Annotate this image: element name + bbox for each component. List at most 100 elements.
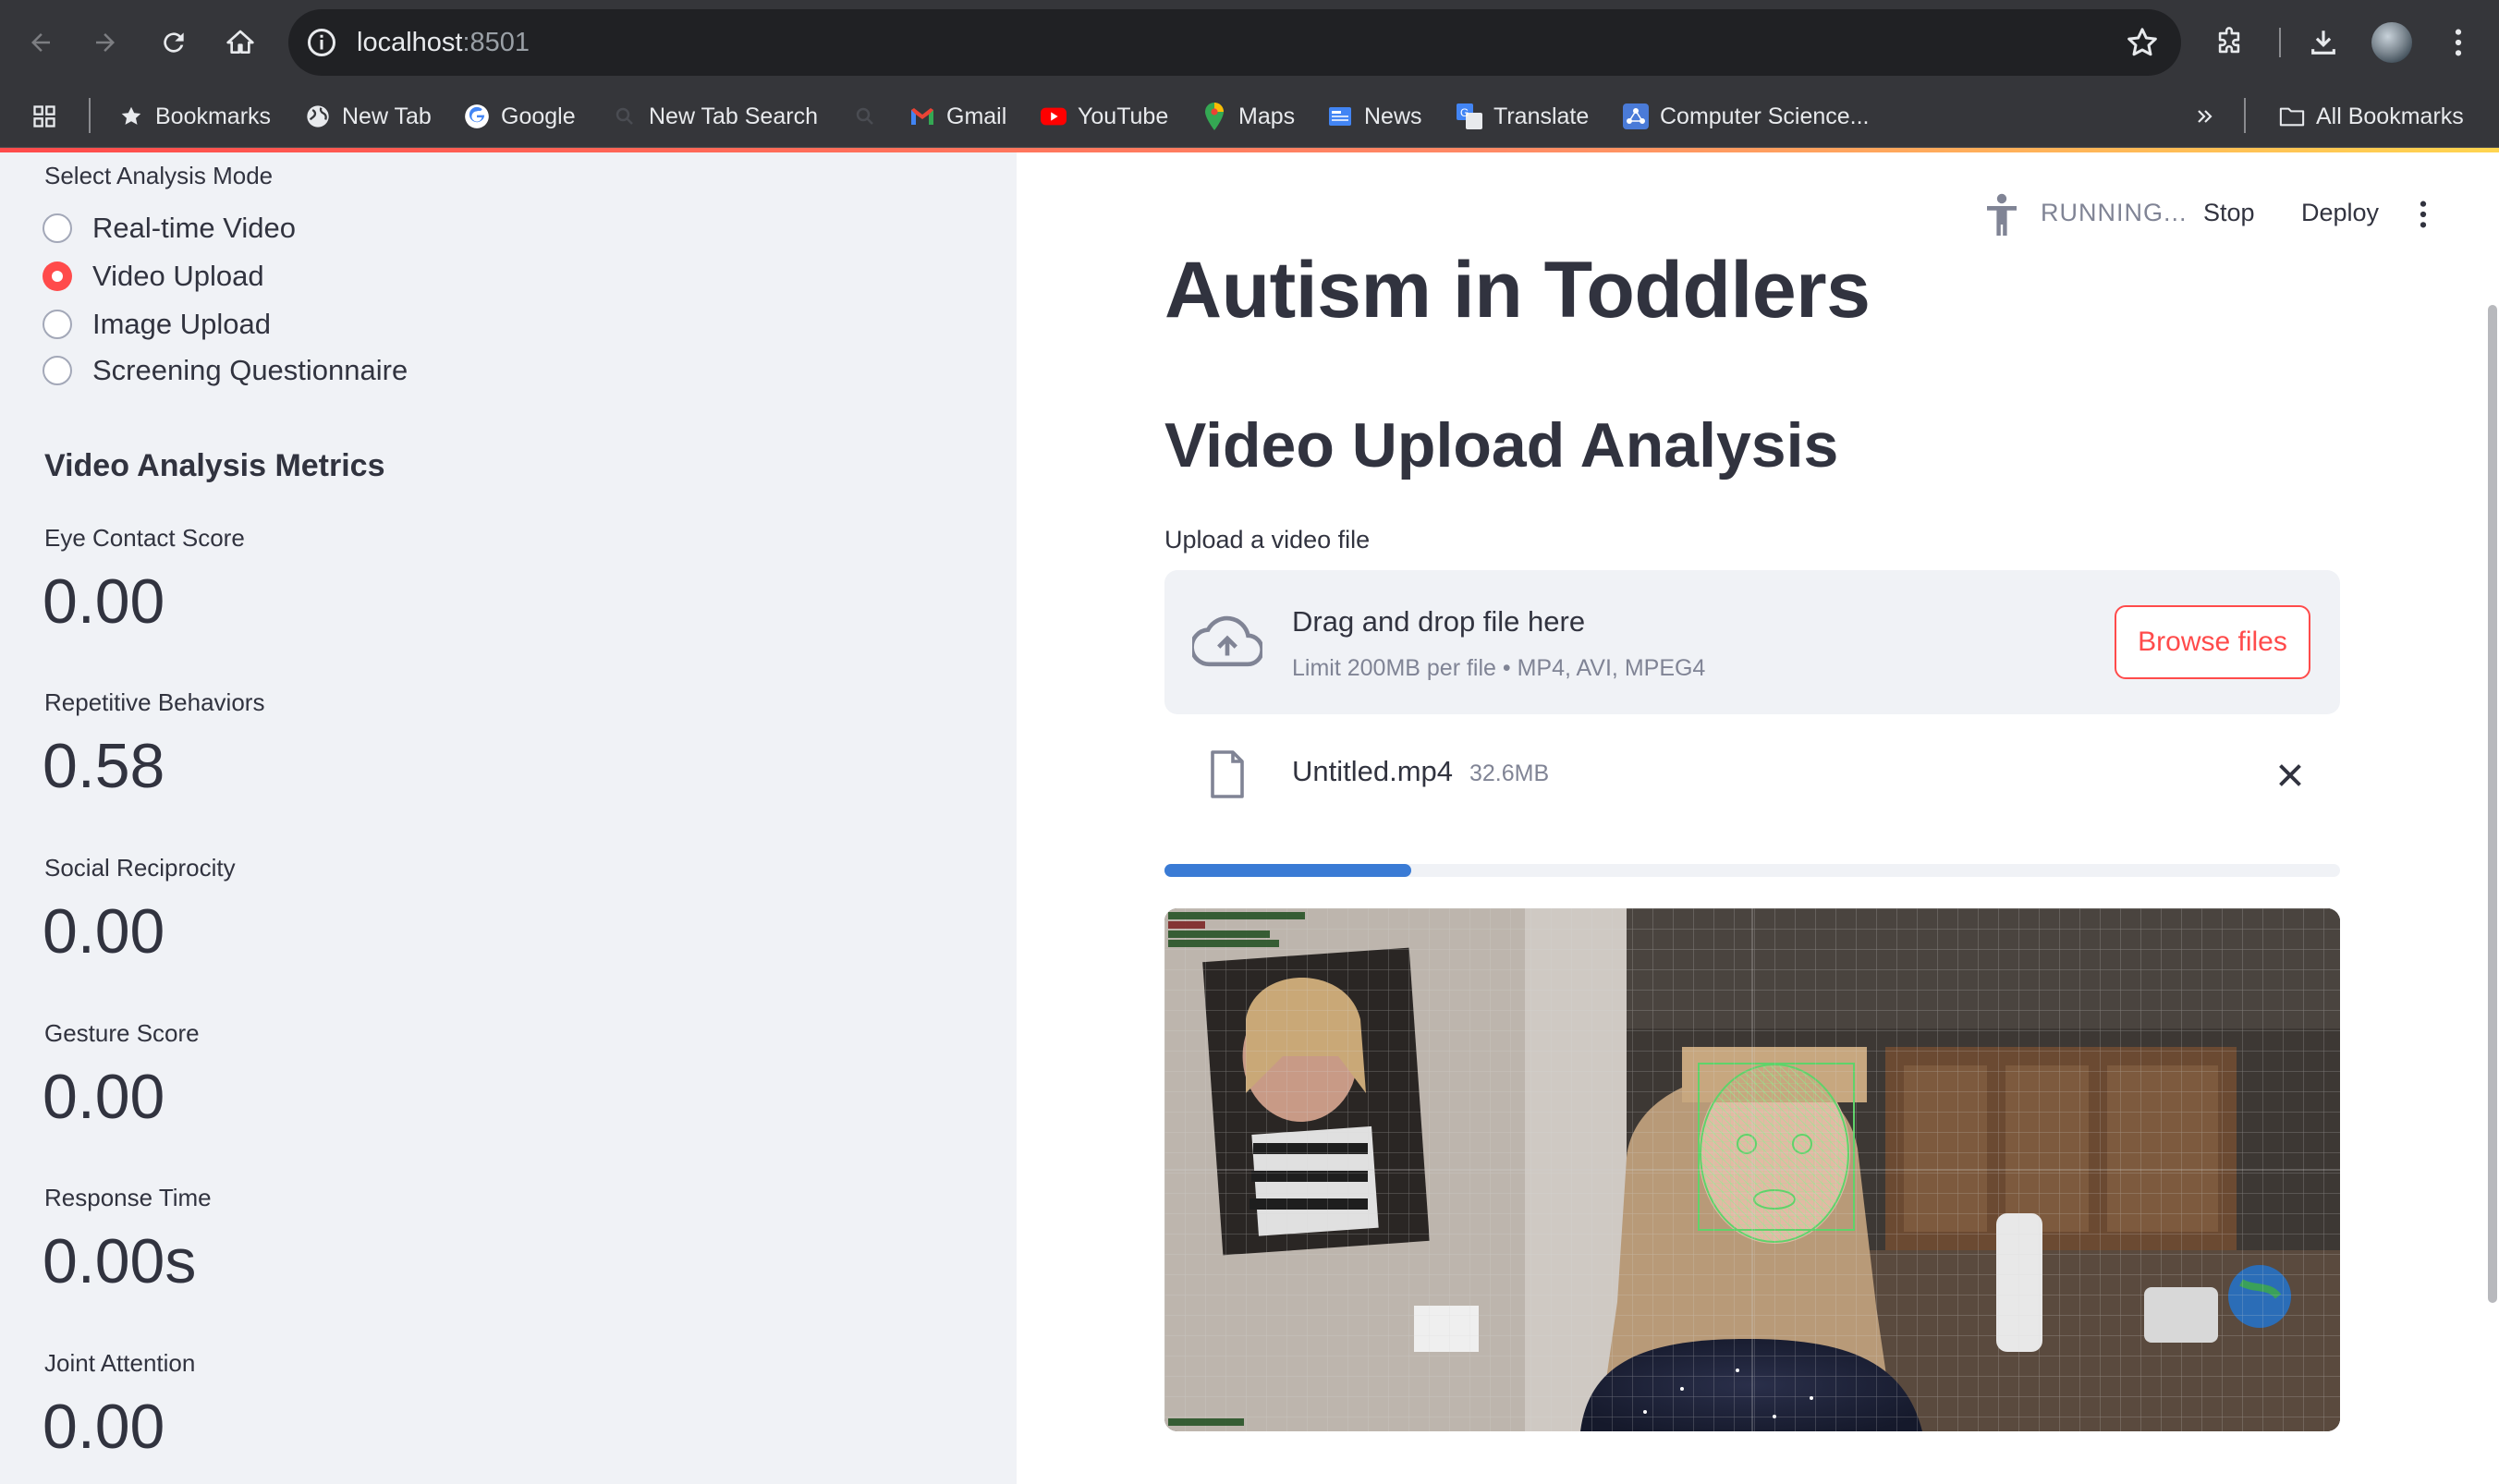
reload-button[interactable] bbox=[150, 18, 198, 67]
app-menu-icon[interactable] bbox=[2418, 199, 2429, 230]
analysis-mode-label: Select Analysis Mode bbox=[44, 162, 274, 189]
forward-button[interactable] bbox=[81, 18, 129, 67]
radio-label: Screening Questionnaire bbox=[92, 354, 408, 386]
extensions-button[interactable] bbox=[2205, 18, 2253, 67]
apps-button[interactable] bbox=[31, 98, 57, 135]
back-button[interactable] bbox=[17, 18, 65, 67]
address-bar[interactable]: localhost:8501 bbox=[288, 9, 2181, 76]
radio-label: Image Upload bbox=[92, 308, 272, 340]
arrow-right-icon bbox=[96, 33, 115, 52]
page-title: Autism in Toddlers bbox=[1164, 246, 1871, 335]
bookmark-label: News bbox=[1364, 103, 1422, 129]
progress-fill bbox=[1164, 864, 1412, 877]
section-title: Video Upload Analysis bbox=[1164, 410, 1839, 480]
bookmark-item-new-tab[interactable]: New Tab bbox=[305, 98, 432, 135]
chevron-double-right-icon bbox=[2192, 103, 2218, 129]
bookmark-label: YouTube bbox=[1078, 103, 1169, 129]
radio-circle[interactable] bbox=[43, 356, 72, 385]
bookmark-item-new-tab-search[interactable]: New Tab Search bbox=[612, 98, 818, 135]
bookmark-item-maps[interactable]: Maps bbox=[1201, 98, 1295, 135]
bookmark-label: Translate bbox=[1493, 103, 1590, 129]
home-icon bbox=[226, 30, 254, 54]
browser-menu-button[interactable] bbox=[2434, 18, 2482, 67]
downloads-button[interactable] bbox=[2299, 18, 2347, 67]
deploy-button[interactable]: Deploy bbox=[2301, 199, 2379, 227]
svg-text:G: G bbox=[1460, 106, 1469, 119]
radio-real-time-video[interactable]: Real-time Video bbox=[43, 208, 296, 249]
metric-value-response-time: 0.00s bbox=[43, 1226, 197, 1296]
maps-pin-icon bbox=[1201, 103, 1227, 130]
bookmarks-bar: Bookmarks New Tab Google New Tab Search … bbox=[0, 85, 2499, 148]
bookmark-item-bookmarks[interactable]: Bookmarks bbox=[118, 98, 271, 135]
gmail-icon bbox=[909, 103, 935, 129]
radio-image-upload[interactable]: Image Upload bbox=[43, 304, 271, 345]
search-icon bbox=[852, 103, 878, 129]
url-text: localhost:8501 bbox=[357, 26, 530, 59]
apps-grid-icon bbox=[31, 103, 57, 129]
running-person-icon bbox=[1987, 193, 2017, 236]
search-icon bbox=[612, 103, 638, 129]
file-dropzone[interactable]: Drag and drop file here Limit 200MB per … bbox=[1164, 570, 2340, 714]
url-port: :8501 bbox=[462, 28, 530, 57]
metric-label-repetitive-behaviors: Repetitive Behaviors bbox=[44, 688, 265, 716]
arrow-left-icon bbox=[31, 33, 50, 52]
bookmark-label: Bookmarks bbox=[155, 103, 272, 129]
radio-circle[interactable] bbox=[43, 213, 72, 243]
file-icon bbox=[1211, 750, 1244, 798]
google-icon bbox=[464, 103, 490, 129]
profile-avatar[interactable] bbox=[2371, 22, 2412, 63]
radio-circle[interactable] bbox=[43, 310, 72, 339]
radio-screening-questionnaire[interactable]: Screening Questionnaire bbox=[43, 350, 408, 391]
page-scrollbar[interactable] bbox=[2488, 305, 2497, 1303]
bookmark-item-computer-science[interactable]: Computer Science... bbox=[1623, 98, 1870, 135]
bookmark-item-google[interactable]: Google bbox=[464, 98, 576, 135]
video-frame bbox=[1164, 908, 2340, 1431]
running-status: RUNNING... bbox=[2041, 199, 2188, 226]
reload-icon bbox=[164, 32, 184, 53]
browser-toolbar: localhost:8501 bbox=[0, 0, 2499, 85]
kebab-menu-icon bbox=[2455, 29, 2462, 56]
bookmarks-divider bbox=[89, 98, 91, 133]
processing-progress-bar bbox=[1164, 864, 2340, 877]
stop-button[interactable]: Stop bbox=[2203, 199, 2255, 227]
bookmark-item-translate[interactable]: G Translate bbox=[1457, 98, 1589, 135]
metric-value-gesture-score: 0.00 bbox=[43, 1062, 165, 1132]
home-button[interactable] bbox=[216, 18, 264, 67]
puzzle-icon bbox=[2218, 27, 2240, 54]
main-content: RUNNING... Stop Deploy Autism in Toddler… bbox=[1017, 152, 2499, 1484]
globe-icon bbox=[305, 103, 331, 129]
metric-value-social-reciprocity: 0.00 bbox=[43, 896, 165, 967]
all-bookmarks-label: All Bookmarks bbox=[2316, 103, 2464, 129]
uploaded-file-size: 32.6MB bbox=[1469, 760, 1550, 786]
all-bookmarks-button[interactable]: All Bookmarks bbox=[2279, 98, 2464, 135]
metric-value-repetitive-behaviors: 0.58 bbox=[43, 731, 165, 801]
bookmark-item-news[interactable]: News bbox=[1327, 98, 1422, 135]
more-bookmarks-button[interactable] bbox=[2192, 98, 2218, 135]
star-icon bbox=[118, 103, 144, 129]
bookmark-item-youtube[interactable]: YouTube bbox=[1041, 98, 1168, 135]
news-icon bbox=[1327, 103, 1353, 129]
metrics-heading: Video Analysis Metrics bbox=[44, 448, 385, 483]
download-icon bbox=[2311, 30, 2335, 55]
site-info-icon[interactable] bbox=[305, 26, 338, 59]
bookmarks-divider bbox=[2244, 98, 2246, 133]
metric-label-eye-contact: Eye Contact Score bbox=[44, 524, 245, 552]
dropzone-limit: Limit 200MB per file • MP4, AVI, MPEG4 bbox=[1292, 655, 1706, 681]
bookmark-label: New Tab bbox=[342, 103, 432, 129]
radio-circle-selected[interactable] bbox=[43, 262, 72, 291]
radio-video-upload[interactable]: Video Upload bbox=[43, 256, 264, 297]
network-icon bbox=[1623, 103, 1649, 129]
bookmark-item-search[interactable] bbox=[852, 98, 878, 135]
cloud-upload-icon bbox=[1192, 615, 1262, 667]
sidebar: Select Analysis Mode Real-time Video Vid… bbox=[0, 152, 1017, 1484]
uploaded-file-name: Untitled.mp4 bbox=[1292, 755, 1454, 787]
remove-file-icon[interactable] bbox=[2273, 759, 2307, 792]
url-host: localhost bbox=[357, 28, 463, 57]
metric-label-social-reciprocity: Social Reciprocity bbox=[44, 854, 236, 882]
bookmark-star-icon[interactable] bbox=[2124, 24, 2161, 61]
toolbar-divider bbox=[2279, 28, 2281, 57]
bookmark-item-gmail[interactable]: Gmail bbox=[909, 98, 1006, 135]
browse-files-button[interactable]: Browse files bbox=[2115, 605, 2310, 679]
radio-label: Video Upload bbox=[92, 260, 264, 292]
bookmark-label: New Tab Search bbox=[649, 103, 818, 129]
